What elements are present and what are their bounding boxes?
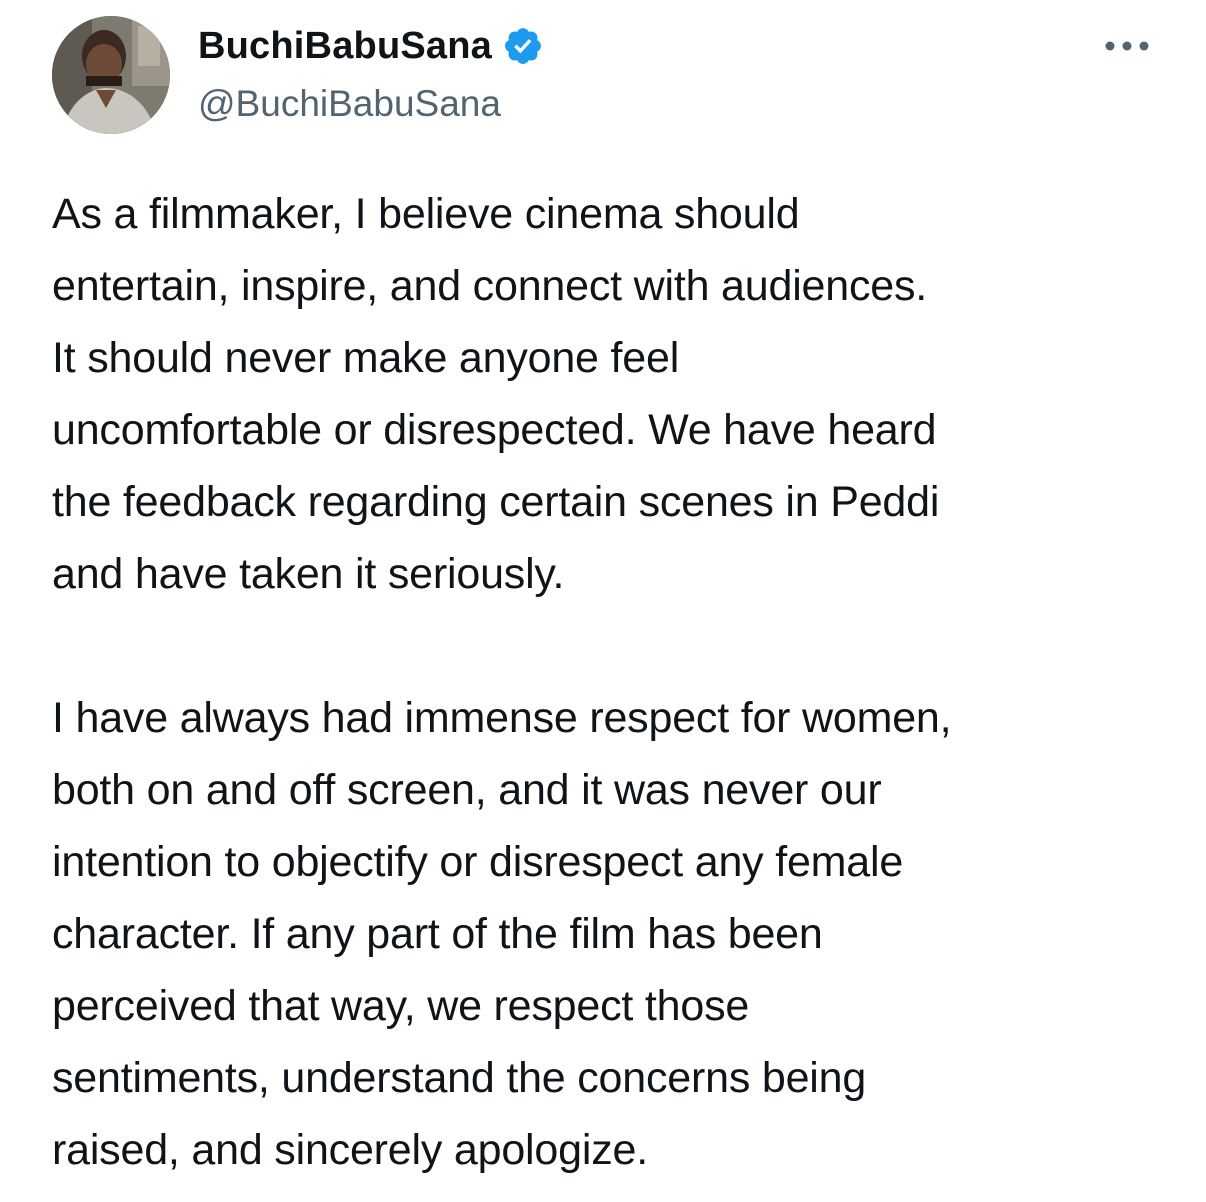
- author-avatar[interactable]: [52, 16, 170, 134]
- tweet-line: sentiments, understand the concerns bein…: [52, 1054, 867, 1102]
- more-options-icon[interactable]: [1102, 34, 1152, 58]
- tweet-header: BuchiBabuSana @BuchiBabuSana: [52, 16, 1162, 140]
- tweet-line: It should never make anyone feel: [52, 334, 680, 382]
- tweet-line: uncomfortable or disrespected. We have h…: [52, 406, 937, 454]
- tweet-line: raised, and sincerely apologize.: [52, 1126, 648, 1174]
- tweet-paragraph-2: I have always had immense respect for wo…: [52, 682, 1182, 1186]
- tweet-line: I have always had immense respect for wo…: [52, 694, 952, 742]
- author-display-name[interactable]: BuchiBabuSana: [198, 22, 492, 70]
- tweet-text: As a filmmaker, I believe cinema should …: [52, 178, 1182, 1186]
- tweet-card: BuchiBabuSana @BuchiBabuSana As a filmma…: [0, 0, 1206, 1202]
- verified-badge-icon: [502, 25, 544, 67]
- author-handle[interactable]: @BuchiBabuSana: [198, 80, 544, 128]
- avatar-photo-icon: [52, 16, 170, 134]
- tweet-line: both on and off screen, and it was never…: [52, 766, 882, 814]
- tweet-line: intention to objectify or disrespect any…: [52, 838, 904, 886]
- tweet-line: character. If any part of the film has b…: [52, 910, 823, 958]
- tweet-line: perceived that way, we respect those: [52, 982, 750, 1030]
- tweet-paragraph-1: As a filmmaker, I believe cinema should …: [52, 178, 1182, 610]
- tweet-line: and have taken it seriously.: [52, 550, 565, 598]
- tweet-line: entertain, inspire, and connect with aud…: [52, 262, 928, 310]
- author-identity: BuchiBabuSana @BuchiBabuSana: [198, 22, 544, 128]
- tweet-line: the feedback regarding certain scenes in…: [52, 478, 940, 526]
- tweet-line: As a filmmaker, I believe cinema should: [52, 190, 800, 238]
- name-row: BuchiBabuSana: [198, 22, 544, 70]
